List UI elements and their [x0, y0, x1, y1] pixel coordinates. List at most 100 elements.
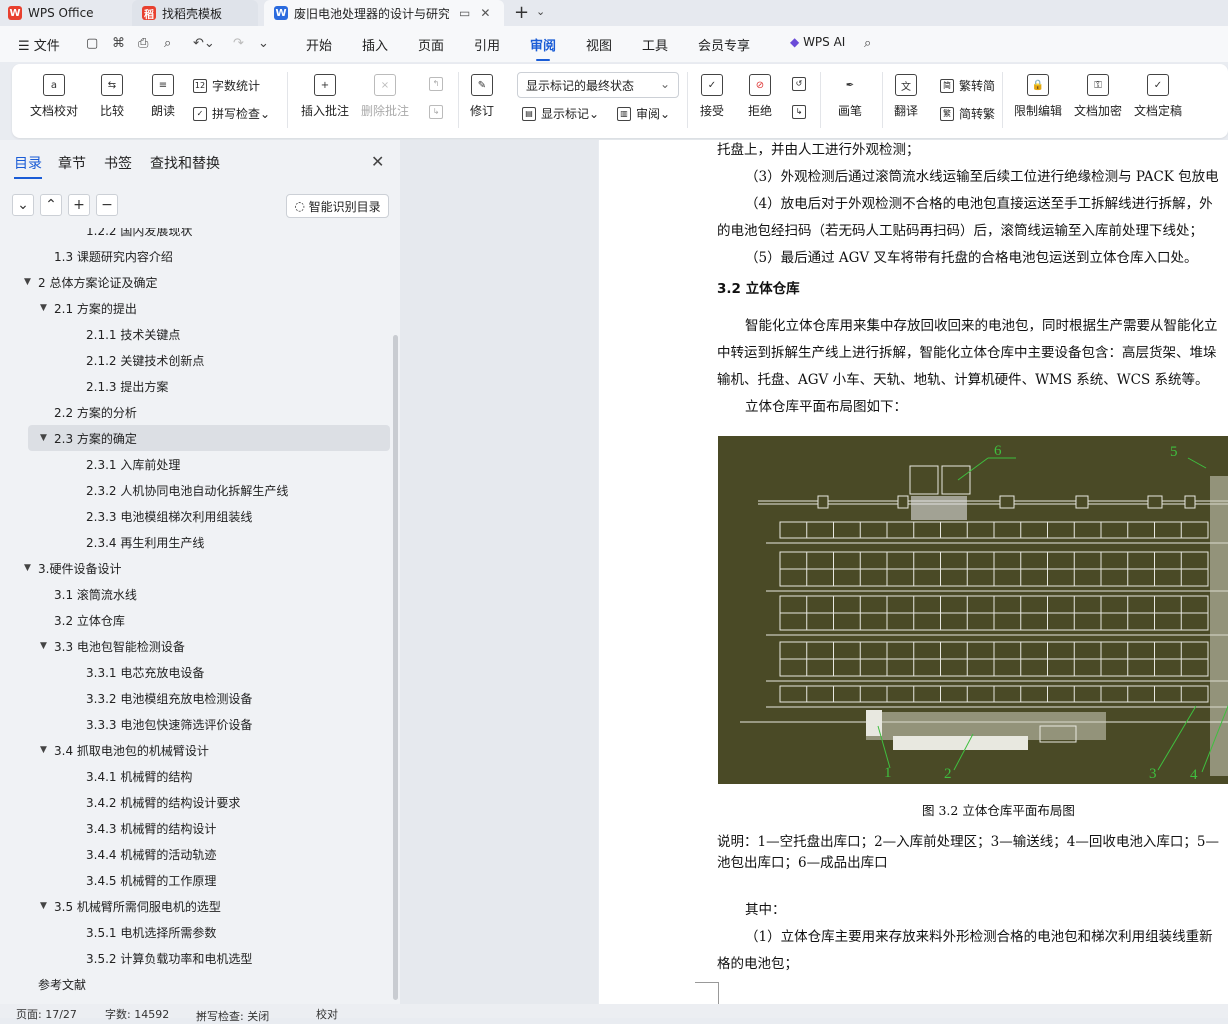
- toc-item[interactable]: 2.3.1 入库前处理: [0, 451, 392, 477]
- simp-to-trad-button[interactable]: 繁简转繁: [940, 105, 995, 122]
- expand-arrow-icon[interactable]: ▼: [40, 745, 54, 755]
- reject-button[interactable]: ⊘ 拒绝: [748, 74, 772, 119]
- tab-find-replace[interactable]: 查找和替换: [150, 153, 220, 173]
- collapse-up-icon[interactable]: ⌃: [40, 194, 62, 216]
- menu-view[interactable]: 视图: [586, 35, 612, 54]
- expand-arrow-icon[interactable]: ▼: [40, 303, 54, 313]
- finalize-button[interactable]: ✓ 文档定稿: [1134, 74, 1182, 119]
- redo-icon[interactable]: ↷: [233, 36, 244, 51]
- insert-comment-button[interactable]: + 插入批注: [301, 74, 349, 119]
- menu-member[interactable]: 会员专享: [698, 35, 750, 54]
- expand-arrow-icon[interactable]: ▼: [24, 563, 38, 573]
- document-page[interactable]: 托盘上，并由人工进行外观检测； （3）外观检测后通过滚筒流水线运输至后续工位进行…: [599, 140, 1228, 1004]
- toc-item[interactable]: 3.4.3 机械臂的结构设计: [0, 815, 392, 841]
- more-chevron-icon[interactable]: ⌄: [258, 36, 269, 51]
- menu-review[interactable]: 审阅: [530, 35, 556, 61]
- toc-item[interactable]: ▼ 2.1 方案的提出: [0, 295, 392, 321]
- toc-item[interactable]: 2.1.3 提出方案: [0, 373, 392, 399]
- print-icon[interactable]: ⎙: [138, 36, 148, 51]
- toc-item[interactable]: 2.1.2 关键技术创新点: [0, 347, 392, 373]
- toc-item[interactable]: ▼ 2 总体方案论证及确定: [0, 269, 392, 295]
- expand-arrow-icon[interactable]: ▼: [40, 433, 54, 443]
- restrict-edit-button[interactable]: 🔒 限制编辑: [1014, 74, 1062, 119]
- toc-item[interactable]: 2.3.3 电池模组梯次利用组装线: [0, 503, 392, 529]
- review-pane-button[interactable]: ▥ 审阅 ⌄: [617, 105, 670, 122]
- toc-scrollbar[interactable]: [393, 335, 398, 1000]
- toc-item[interactable]: 3.5.1 电机选择所需参数: [0, 919, 392, 945]
- toc-item[interactable]: ▼ 3.3 电池包智能检测设备: [0, 633, 392, 659]
- next-change-button[interactable]: ↳: [792, 105, 811, 119]
- menu-home[interactable]: 开始: [306, 35, 332, 54]
- translate-button[interactable]: 文翻译: [894, 74, 918, 119]
- spell-check-indicator[interactable]: 拼写检查: 关闭 ⌄: [196, 1006, 269, 1023]
- expand-arrow-icon[interactable]: ▼: [40, 901, 54, 911]
- toc-item[interactable]: 参考文献: [0, 971, 392, 997]
- read-aloud-button[interactable]: ≡ 朗读: [151, 74, 175, 119]
- toc-item[interactable]: 2.1.1 技术关键点: [0, 321, 392, 347]
- show-markup-button[interactable]: ▤ 显示标记 ⌄: [522, 105, 599, 122]
- toc-item[interactable]: 3.4.4 机械臂的活动轨迹: [0, 841, 392, 867]
- compare-button[interactable]: ⇆ 比较: [100, 74, 124, 119]
- toc-item[interactable]: 3.4.5 机械臂的工作原理: [0, 867, 392, 893]
- encrypt-button[interactable]: ⚿ 文档加密: [1074, 74, 1122, 119]
- chevron-down-icon[interactable]: ⌄: [536, 5, 545, 18]
- collapse-down-icon[interactable]: ⌄: [12, 194, 34, 216]
- markup-display-select[interactable]: 显示标记的最终状态 ⌄: [517, 72, 679, 98]
- toc-item[interactable]: 1.3 课题研究内容介绍: [0, 243, 392, 269]
- page-indicator[interactable]: 页面: 17/27: [16, 1006, 77, 1022]
- monitor-icon[interactable]: ▭: [459, 6, 470, 20]
- toc-item[interactable]: ▼ 3.硬件设备设计: [0, 555, 392, 581]
- print-preview-icon[interactable]: ⌕: [164, 36, 171, 51]
- toc-item[interactable]: 3.3.1 电芯充放电设备: [0, 659, 392, 685]
- toc-item[interactable]: ▼ 2.3 方案的确定: [28, 425, 390, 451]
- search-icon[interactable]: ⌕: [864, 36, 871, 51]
- tab-wps-office[interactable]: W WPS Office: [8, 0, 94, 26]
- save-icon[interactable]: ▢: [86, 36, 98, 51]
- expand-arrow-icon[interactable]: ▼: [24, 277, 38, 287]
- smart-toc-button[interactable]: ◌ 智能识别目录: [286, 194, 389, 218]
- toc-item[interactable]: 3.4.2 机械臂的结构设计要求: [0, 789, 392, 815]
- prev-comment-button[interactable]: ↰: [429, 77, 448, 91]
- wps-ai-button[interactable]: ◆ WPS AI: [790, 35, 845, 49]
- word-count-button[interactable]: 12 字数统计: [193, 77, 260, 94]
- add-heading-icon[interactable]: +: [68, 194, 90, 216]
- new-tab-icon[interactable]: +: [514, 2, 529, 23]
- track-changes-button[interactable]: ✎ 修订: [470, 74, 494, 119]
- toc-item[interactable]: ▼ 3.4 抓取电池包的机械臂设计: [0, 737, 392, 763]
- menu-tools[interactable]: 工具: [642, 35, 668, 54]
- tab-document[interactable]: W 废旧电池处理器的设计与研究 ▭ ✕: [264, 0, 504, 26]
- toc-item[interactable]: 3.1 滚筒流水线: [0, 581, 392, 607]
- toc-item[interactable]: 3.3.3 电池包快速筛选评价设备: [0, 711, 392, 737]
- toc-item[interactable]: 2.3.2 人机协同电池自动化拆解生产线: [0, 477, 392, 503]
- menu-page[interactable]: 页面: [418, 35, 444, 54]
- trad-to-simp-button[interactable]: 简繁转简: [940, 77, 995, 94]
- toc-item[interactable]: 2.2 方案的分析: [0, 399, 392, 425]
- menu-references[interactable]: 引用: [474, 35, 500, 54]
- close-icon[interactable]: ✕: [371, 152, 384, 171]
- delete-comment-button[interactable]: × 删除批注: [361, 74, 409, 119]
- tab-sections[interactable]: 章节: [58, 153, 86, 173]
- prev-change-button[interactable]: ↺: [792, 77, 811, 91]
- next-comment-button[interactable]: ↳: [429, 105, 448, 119]
- toc-item[interactable]: 3.3.2 电池模组充放电检测设备: [0, 685, 392, 711]
- tab-toc[interactable]: 目录: [14, 153, 42, 179]
- pen-button[interactable]: ✒ 画笔: [838, 74, 862, 119]
- expand-arrow-icon[interactable]: ▼: [40, 641, 54, 651]
- tab-template[interactable]: 稻 找稻壳模板: [132, 0, 258, 26]
- proofread-button[interactable]: a 文档校对: [30, 74, 78, 119]
- file-menu[interactable]: ☰ 文件: [18, 35, 60, 54]
- share-icon[interactable]: ⌘: [112, 36, 125, 51]
- toc-item[interactable]: 3.2 立体仓库: [0, 607, 392, 633]
- toc-item[interactable]: 2.3.4 再生利用生产线: [0, 529, 392, 555]
- toc-item[interactable]: 3.5.2 计算负载功率和电机选型: [0, 945, 392, 971]
- toc-item[interactable]: 1.2.2 国内发展现状: [0, 228, 392, 243]
- remove-heading-icon[interactable]: −: [96, 194, 118, 216]
- toc-item[interactable]: 3.4.1 机械臂的结构: [0, 763, 392, 789]
- close-tab-icon[interactable]: ✕: [480, 6, 490, 20]
- accept-button[interactable]: ✓ 接受: [700, 74, 724, 119]
- toc-item[interactable]: ▼ 3.5 机械臂所需伺服电机的选型: [0, 893, 392, 919]
- spell-check-button[interactable]: ✓ 拼写检查 ⌄: [193, 105, 270, 122]
- undo-icon[interactable]: ↶⌄: [193, 36, 215, 51]
- word-count-indicator[interactable]: 字数: 14592: [105, 1006, 169, 1022]
- tab-bookmarks[interactable]: 书签: [104, 153, 132, 173]
